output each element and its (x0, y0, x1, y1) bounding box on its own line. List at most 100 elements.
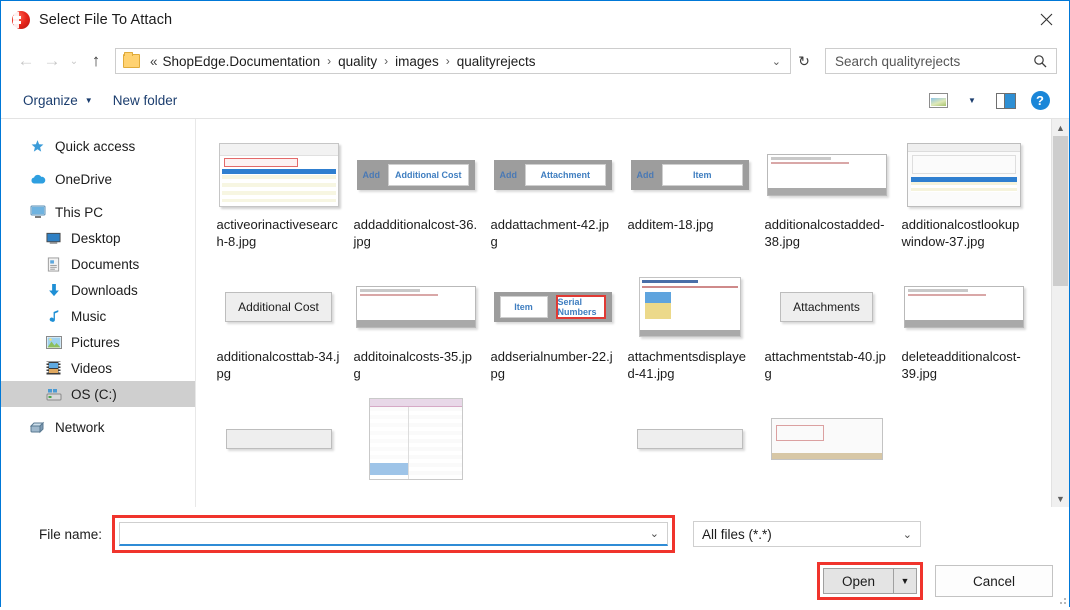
scrollbar-track[interactable] (1052, 136, 1069, 490)
file-item[interactable] (758, 405, 895, 507)
back-icon[interactable]: ← (13, 48, 39, 74)
sidebar-item-documents[interactable]: Documents (1, 251, 195, 277)
command-toolbar: Organize ▼ New folder ▼ ? (1, 83, 1069, 119)
open-label: Open (841, 573, 876, 589)
sidebar-item-label: Downloads (71, 282, 138, 298)
preview-pane-button[interactable] (989, 88, 1023, 114)
search-icon[interactable] (1033, 54, 1056, 68)
dialog-body: Quick access OneDrive This PC Desktop Do… (1, 119, 1069, 507)
refresh-icon[interactable]: ↻ (791, 48, 817, 74)
file-dialog-window: Select File To Attach ← → ⌄ ↑ « ShopEdge… (0, 0, 1070, 610)
breadcrumb-item-1[interactable]: quality (335, 52, 380, 71)
close-icon[interactable] (1023, 1, 1069, 38)
breadcrumb-item-3[interactable]: qualityrejects (454, 52, 539, 71)
dialog-footer: File name: ⌄ All files (*.*) ⌄ Open ▼ Ca… (1, 507, 1069, 610)
file-item[interactable] (621, 405, 758, 507)
cancel-button[interactable]: Cancel (935, 565, 1053, 597)
file-name: additionalcosttab-34.jpg (216, 349, 340, 381)
file-thumbnail (218, 141, 339, 209)
resize-grip-icon[interactable] (1056, 594, 1066, 604)
file-item[interactable]: Add Additional Cost addadditionalcost-36.… (347, 141, 484, 273)
search-input[interactable] (826, 53, 1033, 69)
file-item[interactable]: Item Serial Numbers addserialnumber-22.jp… (484, 273, 621, 405)
file-item[interactable]: Add Item additem-18.jpg (621, 141, 758, 273)
file-thumbnail (219, 405, 339, 473)
file-item[interactable]: additionalcostlookupwindow-37.jpg (895, 141, 1032, 273)
file-name: addadditionalcost-36.jpg (353, 217, 478, 249)
sidebar-item-label: Network (55, 419, 105, 435)
open-dropdown-icon[interactable]: ▼ (893, 569, 916, 593)
thumb-add-label: Add (499, 170, 518, 180)
file-thumbnail (356, 398, 476, 480)
file-thumbnail (903, 273, 1024, 341)
chevron-down-icon[interactable]: ⌄ (642, 527, 667, 540)
breadcrumb-overflow[interactable]: « (147, 52, 160, 71)
sidebar-item-label: Quick access (55, 138, 136, 154)
file-item[interactable] (210, 405, 347, 507)
search-box[interactable] (825, 48, 1057, 74)
sidebar-item-videos[interactable]: Videos (1, 355, 195, 381)
file-thumbnail (630, 273, 750, 341)
new-folder-button[interactable]: New folder (103, 89, 188, 112)
breadcrumb-item-0[interactable]: ShopEdge.Documentation (160, 52, 324, 71)
thumb-box-label: Attachment (525, 164, 606, 186)
sidebar-item-desktop[interactable]: Desktop (1, 225, 195, 251)
recent-locations-icon[interactable]: ⌄ (65, 48, 83, 74)
navigation-sidebar: Quick access OneDrive This PC Desktop Do… (1, 119, 196, 507)
scroll-up-icon[interactable]: ▲ (1052, 119, 1069, 136)
sidebar-item-os-c[interactable]: OS (C:) (1, 381, 195, 407)
sidebar-item-network[interactable]: Network (1, 414, 195, 440)
file-item[interactable]: activeorinactivesearch-8.jpg (210, 141, 347, 273)
organize-button[interactable]: Organize ▼ (13, 89, 103, 112)
sidebar-item-onedrive[interactable]: OneDrive (1, 166, 195, 192)
file-name-input[interactable] (120, 526, 642, 541)
file-item[interactable] (484, 405, 621, 507)
thumb-add-label: Add (636, 170, 655, 180)
help-button[interactable]: ? (1023, 88, 1057, 114)
preview-pane-icon (996, 92, 1016, 109)
file-item[interactable]: additionalcostadded-38.jpg (758, 141, 895, 273)
view-dropdown-button[interactable]: ▼ (955, 88, 989, 114)
forward-icon[interactable]: → (39, 48, 65, 74)
organize-label: Organize (23, 93, 78, 108)
sidebar-item-label: OS (C:) (71, 386, 117, 402)
up-icon[interactable]: ↑ (83, 48, 109, 74)
open-button-highlight: Open ▼ (817, 562, 923, 600)
change-view-button[interactable] (921, 88, 955, 114)
sidebar-item-downloads[interactable]: Downloads (1, 277, 195, 303)
sidebar-item-pictures[interactable]: Pictures (1, 329, 195, 355)
file-item[interactable]: deleteadditionalcost-39.jpg (895, 273, 1032, 405)
scroll-down-icon[interactable]: ▼ (1052, 490, 1069, 507)
open-button[interactable]: Open ▼ (823, 568, 917, 594)
file-item[interactable]: Add Attachment addattachment-42.jpg (484, 141, 621, 273)
sidebar-item-this-pc[interactable]: This PC (1, 199, 195, 225)
sidebar-item-quick-access[interactable]: Quick access (1, 133, 195, 159)
file-item[interactable]: attachmentsdisplayed-41.jpg (621, 273, 758, 405)
chevron-down-icon[interactable]: ⌄ (763, 55, 790, 68)
file-item[interactable] (347, 398, 484, 507)
file-name-combo[interactable]: ⌄ (119, 522, 668, 546)
file-name: deleteadditionalcost-39.jpg (901, 349, 1021, 381)
vertical-scrollbar[interactable]: ▲ ▼ (1051, 119, 1069, 507)
file-item[interactable]: Additional Cost additionalcosttab-34.jpg (210, 273, 347, 405)
file-item[interactable]: additoinalcosts-35.jpg (347, 273, 484, 405)
file-thumbnail (355, 273, 476, 341)
sidebar-item-music[interactable]: Music (1, 303, 195, 329)
file-name: addattachment-42.jpg (490, 217, 610, 249)
file-list-view[interactable]: activeorinactivesearch-8.jpg Add Addition… (196, 119, 1069, 507)
file-thumbnail (493, 405, 613, 473)
address-bar[interactable]: « ShopEdge.Documentation › quality › ima… (115, 48, 791, 74)
file-item[interactable]: Attachments attachmentstab-40.jpg (758, 273, 895, 405)
file-thumbnail: Item Serial Numbers (493, 273, 613, 341)
file-thumbnail (630, 405, 750, 473)
scrollbar-thumb[interactable] (1053, 136, 1068, 286)
chevron-down-icon: ▼ (968, 96, 976, 105)
breadcrumb-item-2[interactable]: images (392, 52, 442, 71)
file-type-combo[interactable]: All files (*.*) ⌄ (693, 521, 921, 547)
file-name: additionalcostlookupwindow-37.jpg (901, 217, 1020, 249)
thumb-tab-label: Attachments (780, 292, 873, 322)
file-name: activeorinactivesearch-8.jpg (216, 217, 338, 249)
chevron-down-icon: ⌄ (902, 528, 912, 541)
thumb-box-label-highlighted: Serial Numbers (555, 295, 606, 319)
breadcrumb-separator: › (445, 54, 450, 68)
